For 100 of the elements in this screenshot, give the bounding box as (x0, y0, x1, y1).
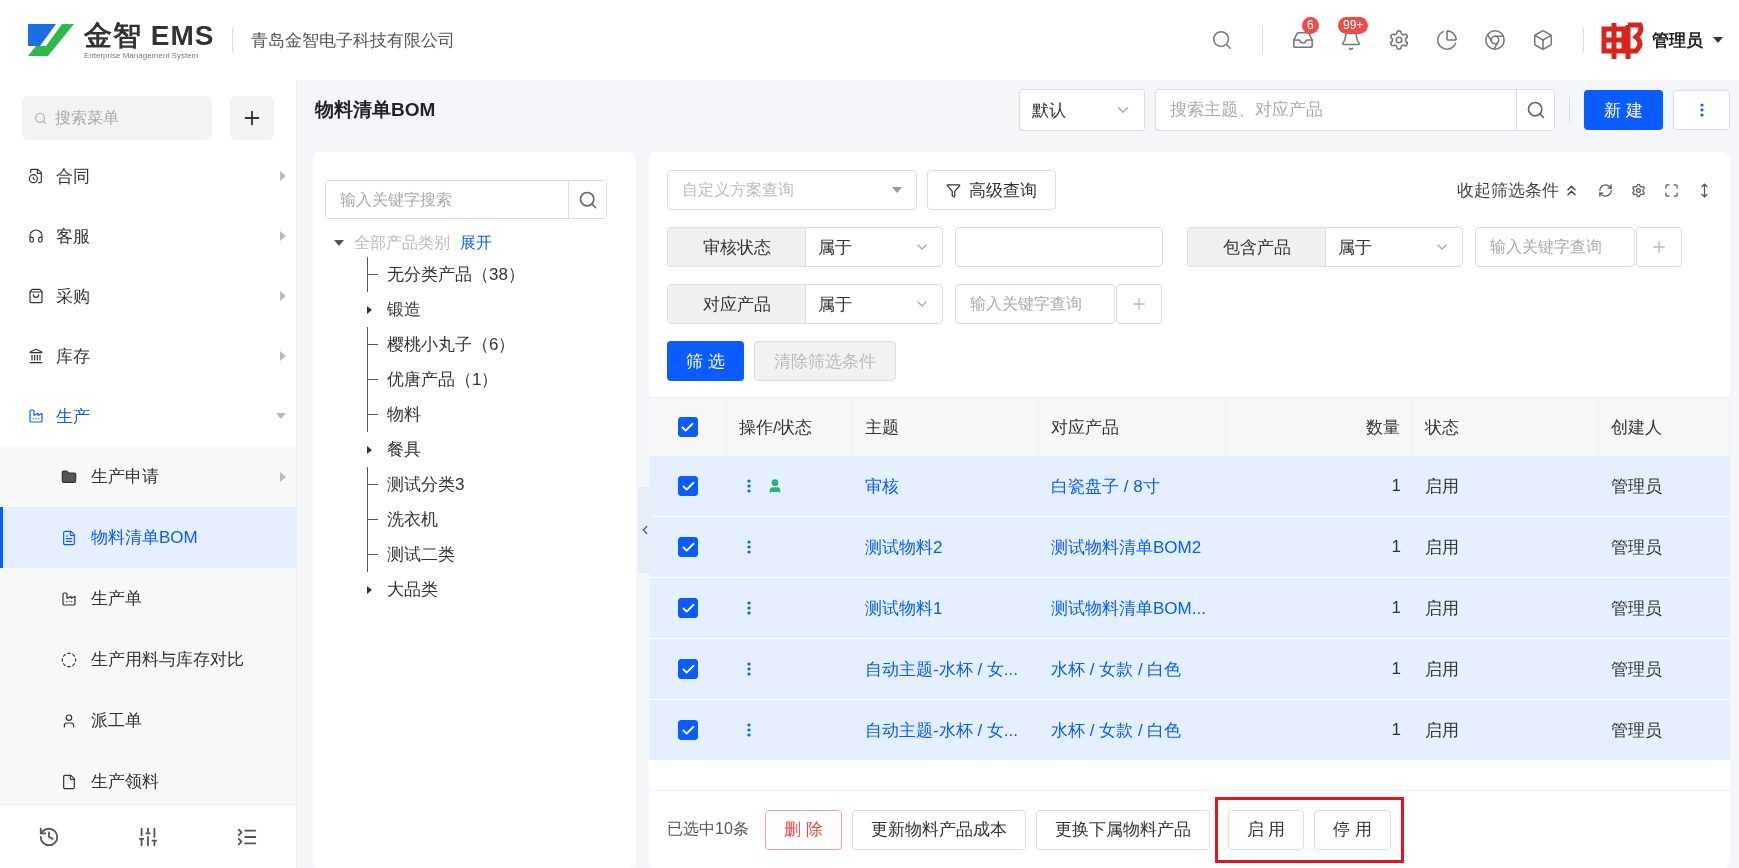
tree-search-field[interactable]: 输入关键字搜索 (326, 181, 568, 218)
search-icon (577, 189, 598, 210)
folder-icon (61, 468, 77, 485)
sidebar-item[interactable]: 生产 (0, 386, 296, 446)
table-cell-text: 1 (1390, 719, 1402, 741)
tree-node[interactable]: 锻造 (367, 292, 624, 327)
table-cell[interactable]: 水杯 / 女款 / 白色 (1039, 639, 1226, 699)
table-cell-text: 1 (1390, 597, 1402, 619)
person-icon (61, 712, 77, 729)
menu-search-field[interactable]: 搜索菜单 (53, 108, 200, 128)
action-button[interactable]: 更新物料产品成本 (851, 809, 1026, 850)
sidebar-subitem[interactable]: 生产单 (0, 568, 296, 629)
tree-node[interactable]: 测试二类 (367, 537, 624, 572)
inbox-icon[interactable] (1292, 29, 1314, 51)
action-button[interactable]: 更换下属物料产品 (1035, 809, 1210, 850)
more-icon[interactable] (747, 601, 751, 615)
row-checkbox[interactable] (678, 720, 698, 740)
sidebar-subitem[interactable]: 生产用料与库存对比 (0, 629, 296, 690)
caret-icon (280, 171, 286, 181)
plus-icon (1130, 295, 1148, 313)
collapse-filters-button[interactable]: 收起筛选条件 (1457, 178, 1580, 202)
sidebar-subitem[interactable]: 派工单 (0, 690, 296, 751)
tree-node[interactable]: 洗衣机 (367, 502, 624, 537)
sidebar-subitem[interactable]: 生产申请 (0, 446, 296, 507)
action-button[interactable]: 停 用 (1314, 809, 1391, 850)
filter-button[interactable]: 筛 选 (667, 341, 744, 381)
select-all-checkbox[interactable] (677, 417, 698, 437)
tree-node[interactable]: 餐具 (367, 432, 624, 467)
table-cell[interactable]: 测试物料2 (853, 517, 1039, 577)
expand-link[interactable]: 展开 (460, 232, 492, 254)
sidebar-item[interactable]: 合同 (0, 146, 296, 206)
caret-icon[interactable] (1713, 37, 1723, 43)
tree-node[interactable]: 樱桃小丸子（6） (367, 327, 624, 362)
table-cell[interactable]: 自动主题-水杯 / 女... (853, 700, 1039, 760)
caret-icon[interactable] (367, 305, 372, 314)
sidebar-item[interactable]: 采购 (0, 266, 296, 326)
view-select[interactable]: 默认 (1019, 89, 1146, 131)
more-icon[interactable] (747, 479, 751, 493)
row-checkbox[interactable] (678, 598, 698, 618)
table-cell[interactable]: 测试物料清单BOM2 (1039, 517, 1226, 577)
table-cell[interactable]: 测试物料1 (853, 578, 1039, 638)
table-cell[interactable]: 白瓷盘子 / 8寸 (1039, 456, 1226, 516)
search-icon[interactable] (1211, 29, 1233, 51)
table-cell[interactable]: 测试物料清单BOM... (1039, 578, 1226, 638)
table-row[interactable]: 自动主题-水杯 / 女... 水杯 / 女款 / 白色 1 启用 管理员 (649, 639, 1730, 700)
tree-node[interactable]: 优唐产品（1） (367, 362, 624, 397)
history-icon[interactable] (38, 825, 61, 848)
add-button[interactable] (230, 96, 274, 140)
sidebar-subitem[interactable]: 生产领料 (0, 751, 296, 804)
table-row[interactable]: 测试物料2 测试物料清单BOM2 1 启用 管理员 (649, 517, 1730, 578)
action-button[interactable]: 启 用 (1227, 809, 1305, 850)
tree-connector (367, 537, 379, 572)
caret-icon[interactable] (367, 445, 372, 454)
condition-input[interactable] (955, 227, 1163, 267)
sliders-icon[interactable] (137, 825, 159, 848)
table-row[interactable]: 测试物料1 测试物料清单BOM... 1 启用 管理员 (649, 578, 1730, 639)
pie-chart-icon[interactable] (1436, 29, 1458, 51)
settings-icon[interactable] (1388, 29, 1410, 51)
row-checkbox[interactable] (678, 476, 698, 496)
settings-icon[interactable] (1631, 182, 1646, 198)
condition-selector[interactable]: 包含产品 属于 (1187, 227, 1463, 267)
condition-selector[interactable]: 对应产品 属于 (667, 284, 943, 324)
tree-node[interactable]: 大品类 (367, 572, 624, 607)
fullscreen-icon[interactable] (1664, 182, 1679, 198)
tree-node[interactable]: 无分类产品（38） (367, 257, 624, 292)
sidebar-subitem[interactable]: 物料清单BOM (0, 507, 296, 568)
table-cell[interactable]: 水杯 / 女款 / 白色 (1039, 700, 1226, 760)
table-row[interactable]: 自动主题-水杯 / 女... 水杯 / 女款 / 白色 1 启用 管理员 (649, 700, 1730, 761)
caret-icon[interactable] (334, 240, 344, 246)
more-icon[interactable] (747, 662, 751, 676)
refresh-icon[interactable] (1598, 182, 1613, 198)
condition-input[interactable]: 输入关键字查询 (1475, 227, 1635, 267)
more-icon[interactable] (747, 723, 751, 737)
menu-search-box[interactable]: 搜索菜单 (22, 96, 212, 140)
user-name[interactable]: 管理员 (1652, 28, 1703, 52)
tree-search-box[interactable]: 输入关键字搜索 (325, 180, 607, 219)
browser-icon[interactable] (1484, 29, 1506, 51)
tree-node[interactable]: 测试分类3 (367, 467, 624, 502)
search-button[interactable] (1516, 90, 1555, 130)
sidebar-item[interactable]: 库存 (0, 326, 296, 386)
table-cell[interactable]: 审核 (853, 456, 1039, 516)
new-button[interactable]: 新 建 (1584, 90, 1663, 130)
cube-icon[interactable] (1532, 29, 1554, 51)
tree-node[interactable]: 物料 (367, 397, 624, 432)
delete-button[interactable]: 删 除 (764, 809, 842, 850)
row-checkbox[interactable] (678, 537, 698, 557)
search-button[interactable] (568, 181, 606, 218)
condition-selector[interactable]: 审核状态 属于 (667, 227, 943, 267)
caret-icon[interactable] (367, 585, 372, 594)
condition-input[interactable]: 输入关键字查询 (955, 284, 1115, 324)
dashed-circle-icon (61, 651, 77, 668)
more-icon[interactable] (747, 540, 751, 554)
row-checkbox[interactable] (678, 659, 698, 679)
more-icon[interactable] (1699, 103, 1704, 117)
table-cell[interactable]: 自动主题-水杯 / 女... (853, 639, 1039, 699)
sidebar-item[interactable]: 客服 (0, 206, 296, 266)
table-row[interactable]: 审核 白瓷盘子 / 8寸 1 启用 管理员 (649, 456, 1730, 517)
advanced-search-button[interactable]: 高级查询 (927, 170, 1056, 210)
collapse-handle[interactable] (638, 487, 652, 573)
caret-icon (280, 351, 286, 361)
